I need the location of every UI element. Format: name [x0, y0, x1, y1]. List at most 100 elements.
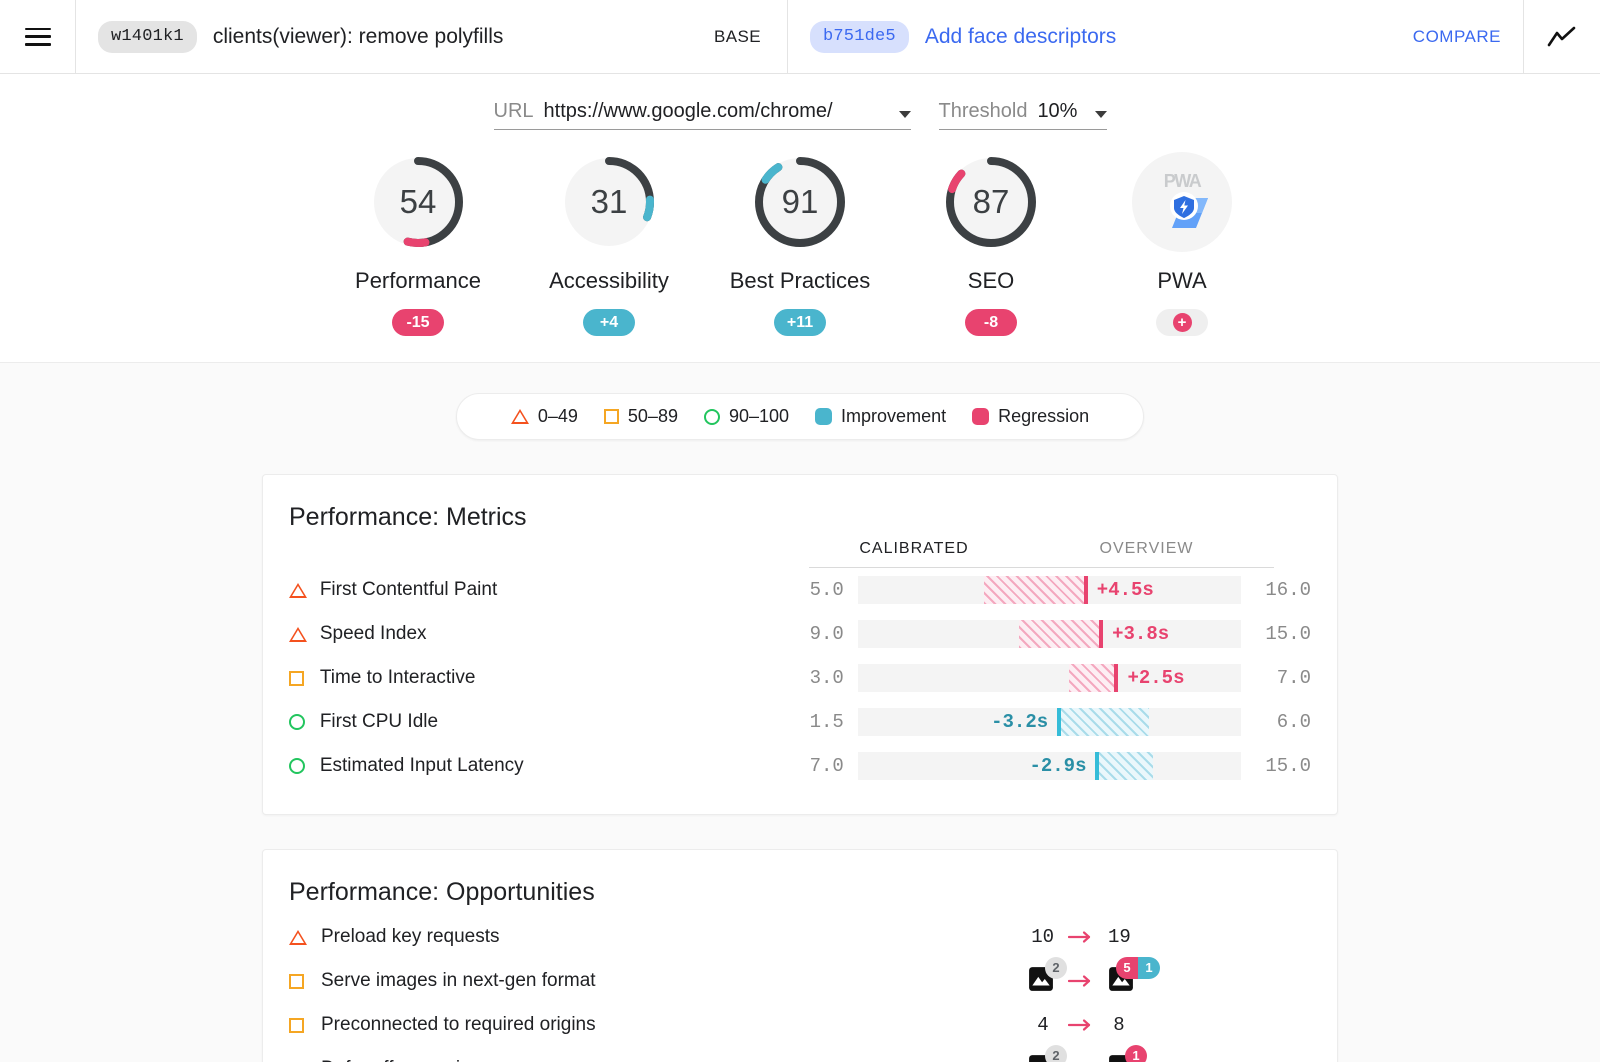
app-header: w1401k1 clients(viewer): remove polyfill…: [0, 0, 1600, 74]
base-commit-message: clients(viewer): remove polyfills: [212, 24, 504, 48]
threshold-value: 10%: [1037, 100, 1078, 122]
metric-delta-cap: [1083, 576, 1088, 604]
arrow-right-icon: [1067, 1018, 1094, 1032]
menu-button[interactable]: [0, 0, 76, 73]
compare-commit-cell[interactable]: b751de5 Add face descriptors COMPARE: [788, 0, 1524, 73]
gauge-accessibility[interactable]: 31 Accessibility +4: [514, 152, 705, 336]
circle-outline-icon: [289, 714, 305, 730]
opportunity-count-badge: 2: [1045, 1044, 1067, 1062]
compare-commit-message[interactable]: Add face descriptors: [925, 25, 1116, 49]
pwa-logo-icon: PWA: [1132, 152, 1232, 252]
metric-delta-label: -2.9s: [1029, 755, 1087, 777]
compare-button[interactable]: COMPARE: [1413, 27, 1501, 47]
metric-compare-value: 15.0: [1265, 623, 1311, 645]
metric-base-value: 3.0: [809, 667, 844, 689]
chevron-down-icon: [1094, 111, 1107, 118]
url-select[interactable]: URL https://www.google.com/chrome/: [493, 100, 911, 130]
graph-view-button[interactable]: [1524, 0, 1600, 73]
hatch-fill: [1095, 752, 1153, 780]
gauge-delta-badge: -8: [965, 309, 1017, 336]
metric-row[interactable]: Speed Index 9.0 +3.8s 15.0: [289, 612, 1311, 656]
gauge-dial: PWA: [1132, 152, 1232, 252]
filter-controls: URL https://www.google.com/chrome/ Thres…: [0, 74, 1600, 130]
metric-compare-value: 16.0: [1265, 579, 1311, 601]
legend: 0–49 50–89 90–100 Improvement Regression: [456, 393, 1144, 440]
teal-swatch-icon: [815, 408, 833, 425]
opportunity-base-image-group: 2: [1028, 1044, 1067, 1062]
metric-delta-track: +2.5s: [857, 664, 1242, 692]
opportunities-card-title: Performance: Opportunities: [289, 878, 595, 906]
gauge-label: Best Practices: [729, 268, 871, 293]
metric-delta-track: +3.8s: [857, 620, 1242, 648]
square-outline-icon: [289, 670, 304, 686]
metric-delta-track: -3.2s: [857, 708, 1242, 736]
metric-base-value: 1.5: [809, 711, 844, 733]
gauge-dial: 31: [559, 152, 659, 252]
metric-delta-label: +3.8s: [1112, 623, 1170, 645]
gauge-best-practices[interactable]: 91 Best Practices +11: [705, 152, 896, 336]
opportunity-compare-image-group: 51: [1108, 956, 1160, 997]
metric-row[interactable]: First Contentful Paint 5.0 +4.5s 16.0: [289, 568, 1311, 612]
opportunity-row[interactable]: Defer offscreen images21: [289, 1044, 1311, 1062]
metrics-row-list: First Contentful Paint 5.0 +4.5s 16.0 Speed …: [289, 568, 1311, 788]
metrics-card: Performance: Metrics CALIBRATED OVERVIEW…: [262, 474, 1338, 815]
hatch-fill: [1068, 664, 1119, 692]
opportunity-values: 48: [981, 1014, 1181, 1036]
gauge-seo[interactable]: 87 SEO -8: [896, 152, 1087, 336]
metric-delta-bar: [1018, 620, 1104, 648]
legend-item-range-high: 90–100: [703, 406, 789, 427]
opportunity-name: Preload key requests: [321, 926, 500, 947]
metric-compare-value: 6.0: [1276, 711, 1311, 733]
opportunity-row[interactable]: Preconnected to required origins 4 8: [289, 1003, 1311, 1047]
legend-item-regression: Regression: [972, 406, 1089, 427]
circle-outline-icon: [289, 758, 305, 774]
hatch-fill: [1057, 708, 1150, 736]
metric-delta-cap: [1099, 620, 1104, 648]
opportunity-row[interactable]: Preload key requests 10 19: [289, 915, 1311, 959]
metrics-column-headers: CALIBRATED OVERVIEW: [809, 540, 1311, 568]
gauge-label: PWA: [1157, 268, 1207, 293]
metric-name: Estimated Input Latency: [319, 755, 524, 776]
metric-delta-cap: [1095, 752, 1100, 780]
gauge-score: 87: [972, 183, 1010, 220]
metric-status-icon-wrap: [289, 670, 320, 686]
metric-status-icon-wrap: [289, 714, 320, 730]
metric-row[interactable]: Estimated Input Latency 7.0 -2.9s 15.0: [289, 744, 1311, 788]
metric-delta-label: +2.5s: [1127, 667, 1185, 689]
url-label: URL: [493, 100, 534, 122]
opportunity-row[interactable]: Serve images in next-gen format 2 5 1: [289, 956, 1311, 1003]
opportunities-card: Performance: Opportunities Preload key r…: [262, 849, 1338, 1062]
legend-label: Regression: [998, 406, 1090, 426]
opportunity-count-badge: 1: [1125, 1044, 1147, 1062]
plus-icon: +: [1172, 313, 1192, 332]
score-gauges: 54 Performance -15 31 Accessibility +4 91 Best …: [0, 130, 1600, 362]
hamburger-icon: [24, 27, 51, 46]
arrow-right-icon: [1067, 930, 1094, 944]
square-outline-icon: [603, 409, 619, 424]
metric-status-icon-wrap: [289, 758, 320, 774]
legend-label: 0–49: [537, 406, 578, 426]
metric-delta-track: -2.9s: [857, 752, 1242, 780]
legend-label: 50–89: [627, 406, 678, 426]
metric-delta-bar: [1095, 752, 1153, 780]
opportunity-name: Serve images in next-gen format: [321, 970, 596, 991]
threshold-select[interactable]: Threshold 10%: [938, 100, 1107, 130]
metric-status-icon-wrap: [289, 582, 320, 598]
metric-row[interactable]: Time to Interactive 3.0 +2.5s 7.0: [289, 656, 1311, 700]
base-commit-hash[interactable]: w1401k1: [98, 20, 197, 53]
legend-item-improvement: Improvement: [815, 406, 946, 427]
metric-base-value: 5.0: [809, 579, 844, 601]
compare-commit-hash[interactable]: b751de5: [810, 20, 909, 53]
gauge-pwa[interactable]: PWA PWA +: [1087, 152, 1278, 336]
metric-row[interactable]: First CPU Idle 1.5 -3.2s 6.0: [289, 700, 1311, 744]
metric-delta-bar: [1068, 664, 1119, 692]
gauge-dial: 54: [368, 152, 468, 252]
gauge-performance[interactable]: 54 Performance -15: [323, 152, 514, 336]
metric-delta-bar: [1057, 708, 1150, 736]
base-commit-cell[interactable]: w1401k1 clients(viewer): remove polyfill…: [76, 0, 788, 73]
metric-base-value: 7.0: [809, 755, 844, 777]
opportunity-status-icon-wrap: [289, 973, 321, 989]
opportunity-values: 21: [981, 1044, 1181, 1062]
metric-base-value: 9.0: [809, 623, 844, 645]
opportunity-name: Defer offscreen images: [321, 1058, 981, 1062]
